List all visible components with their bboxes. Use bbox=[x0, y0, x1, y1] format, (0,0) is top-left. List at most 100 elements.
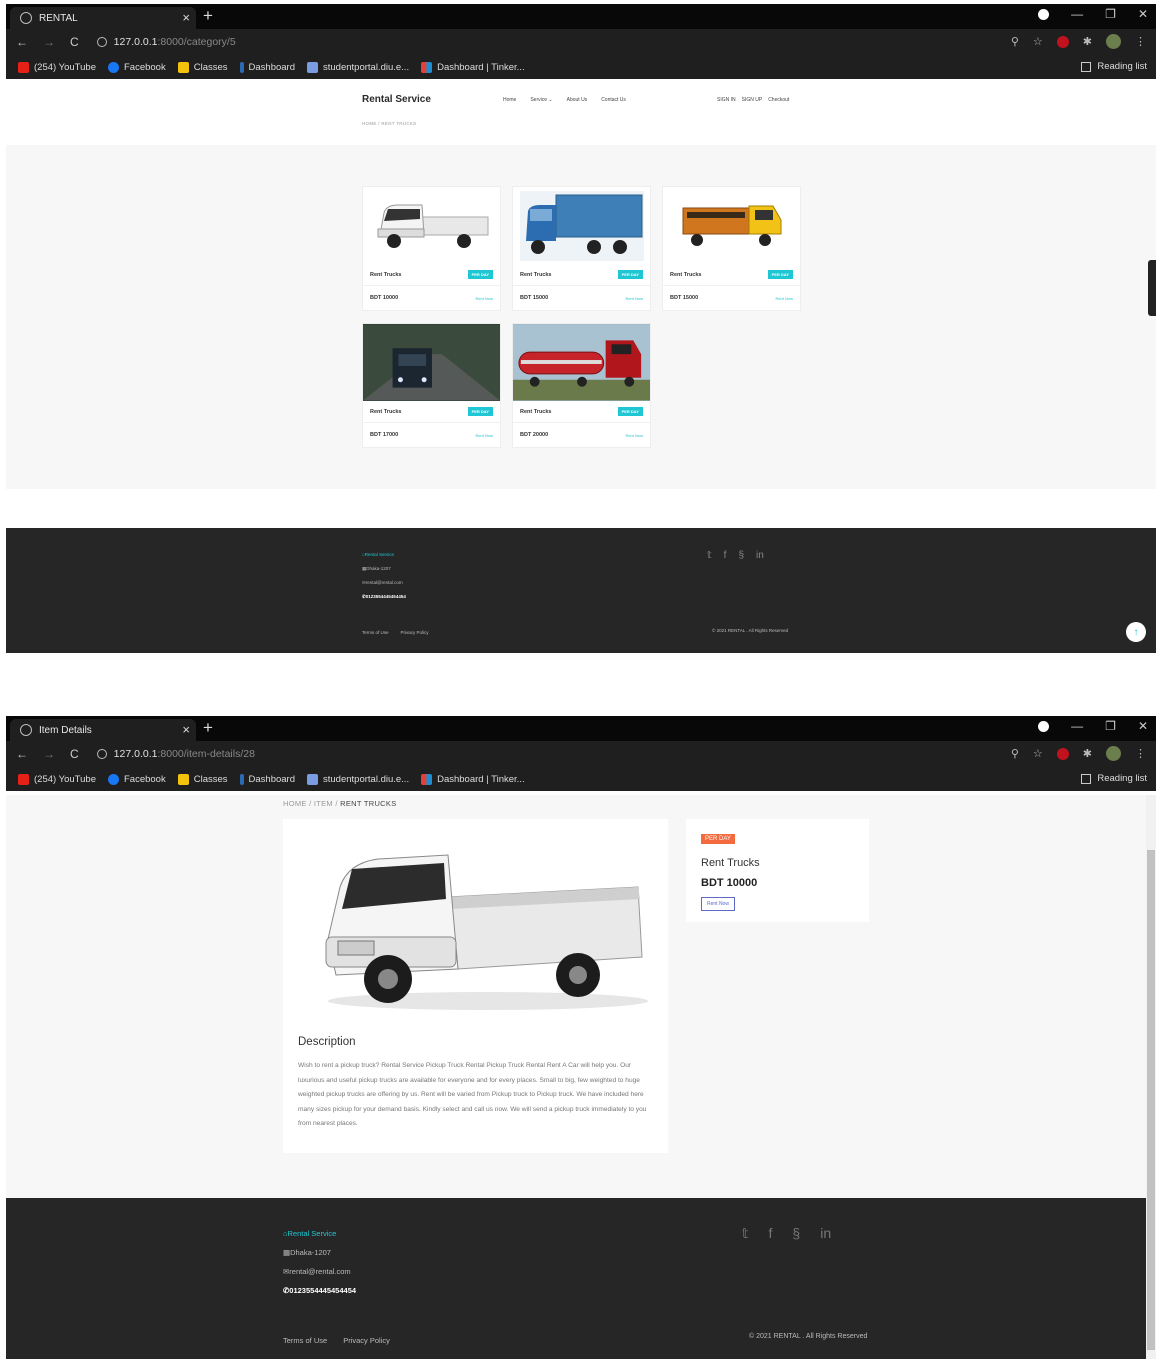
copyright: © 2021 RENTAL . All Rights Reserved bbox=[712, 628, 789, 633]
star-icon[interactable]: ☆ bbox=[1033, 747, 1043, 760]
bookmark-classes[interactable]: Classes bbox=[177, 773, 228, 785]
nav-service[interactable]: Service ⌄ bbox=[530, 97, 552, 103]
avatar[interactable] bbox=[1106, 34, 1121, 49]
zoom-icon[interactable]: ⚲ bbox=[1011, 747, 1019, 760]
puzzle-icon[interactable]: ✱ bbox=[1083, 747, 1092, 760]
pickup-truck-image[interactable] bbox=[363, 187, 500, 264]
breadcrumb-item[interactable]: ITEM bbox=[314, 799, 333, 808]
rent-now-link[interactable]: Rent Now bbox=[775, 296, 793, 301]
product-card[interactable]: Rent Trucks PER DAY BDT 10000 Rent Now bbox=[362, 186, 501, 311]
bookmark-classes[interactable]: Classes bbox=[177, 61, 228, 73]
star-icon[interactable]: ☆ bbox=[1033, 35, 1043, 48]
footer-phone[interactable]: 0123554445454454 bbox=[289, 1286, 356, 1295]
footer-email[interactable]: rental@rental.com bbox=[366, 580, 403, 585]
bookmark-dashboard[interactable]: Dashboard bbox=[239, 61, 295, 73]
reading-list[interactable]: Reading list bbox=[1081, 773, 1147, 784]
night-truck-image[interactable] bbox=[363, 324, 500, 401]
forward-icon[interactable]: → bbox=[43, 747, 55, 761]
zoom-icon[interactable]: ⚲ bbox=[1011, 35, 1019, 48]
extension-icon[interactable] bbox=[1056, 35, 1069, 48]
linkedin-icon[interactable]: in bbox=[756, 550, 764, 561]
footer-phone[interactable]: 0123554445454454 bbox=[366, 594, 406, 599]
container-truck-image[interactable] bbox=[513, 187, 650, 264]
close-window-icon[interactable]: ✕ bbox=[1138, 719, 1148, 733]
new-tab-icon[interactable]: + bbox=[203, 718, 213, 738]
product-card[interactable]: Rent Trucks PER DAY BDT 20000 Rent Now bbox=[512, 323, 651, 448]
address-bar[interactable]: 127.0.0.1:8000/category/5 bbox=[92, 31, 1038, 53]
menu-icon[interactable]: ⋮ bbox=[1135, 35, 1146, 48]
twitter-icon[interactable]: 𝕥 bbox=[742, 1225, 749, 1242]
bookmark-facebook[interactable]: Facebook bbox=[107, 61, 166, 73]
back-icon[interactable]: ← bbox=[16, 35, 28, 49]
download-icon[interactable] bbox=[1038, 8, 1050, 20]
menu-icon[interactable]: ⋮ bbox=[1135, 747, 1146, 760]
footer-brand[interactable]: Rental Service bbox=[288, 1229, 337, 1238]
download-icon[interactable] bbox=[1038, 720, 1050, 732]
rent-now-button[interactable]: Rent Now bbox=[701, 897, 735, 911]
minimize-icon[interactable]: — bbox=[1071, 719, 1083, 733]
avatar[interactable] bbox=[1106, 746, 1121, 761]
maximize-icon[interactable]: ❐ bbox=[1105, 719, 1116, 733]
close-window-icon[interactable]: ✕ bbox=[1138, 7, 1148, 21]
bookmark-youtube[interactable]: (254) YouTube bbox=[18, 61, 96, 73]
brand-logo[interactable]: Rental Service bbox=[362, 94, 431, 105]
checkout-link[interactable]: Checkout bbox=[768, 97, 789, 103]
bookmark-studentportal[interactable]: studentportal.diu.e... bbox=[307, 61, 409, 73]
maximize-icon[interactable]: ❐ bbox=[1105, 7, 1116, 21]
info-icon[interactable] bbox=[96, 37, 107, 47]
extension-icon[interactable] bbox=[1056, 747, 1069, 760]
nav-contact[interactable]: Contact Us bbox=[601, 97, 626, 103]
breadcrumb-home[interactable]: HOME bbox=[283, 799, 307, 808]
linkedin-icon[interactable]: in bbox=[820, 1225, 831, 1242]
bookmark-facebook[interactable]: Facebook bbox=[107, 773, 166, 785]
rent-now-link[interactable]: Rent Now bbox=[625, 433, 643, 438]
sign-up-link[interactable]: SIGN UP bbox=[742, 97, 763, 103]
address-bar[interactable]: 127.0.0.1:8000/item-details/28 bbox=[92, 743, 1038, 765]
page-scrollbar[interactable] bbox=[1146, 795, 1156, 1359]
rent-now-link[interactable]: Rent Now bbox=[625, 296, 643, 301]
cargo-truck-image[interactable] bbox=[663, 187, 800, 264]
terms-link[interactable]: Terms of Use bbox=[362, 630, 389, 635]
reload-icon[interactable]: C bbox=[70, 747, 79, 761]
info-icon[interactable] bbox=[96, 749, 107, 759]
bookmark-dashboard[interactable]: Dashboard bbox=[239, 773, 295, 785]
nav-about[interactable]: About Us bbox=[567, 97, 588, 103]
browser-tab[interactable]: RENTAL × bbox=[10, 7, 196, 29]
facebook-icon[interactable]: f bbox=[724, 550, 727, 561]
privacy-link[interactable]: Privacy Policy bbox=[343, 1336, 390, 1345]
browser-tab[interactable]: Item Details × bbox=[10, 719, 196, 741]
scroll-to-top-button[interactable]: ↑ bbox=[1126, 622, 1146, 642]
rent-now-link[interactable]: Rent Now bbox=[475, 296, 493, 301]
back-icon[interactable]: ← bbox=[16, 747, 28, 761]
facebook-icon[interactable]: f bbox=[769, 1225, 773, 1242]
puzzle-icon[interactable]: ✱ bbox=[1083, 35, 1092, 48]
bookmark-youtube[interactable]: (254) YouTube bbox=[18, 773, 96, 785]
close-tab-icon[interactable]: × bbox=[182, 722, 190, 737]
twitter-icon[interactable]: 𝕥 bbox=[707, 550, 712, 561]
forward-icon[interactable]: → bbox=[43, 35, 55, 49]
bookmark-tinkercad[interactable]: Dashboard | Tinker... bbox=[421, 773, 525, 785]
new-tab-icon[interactable]: + bbox=[203, 6, 213, 26]
reading-list[interactable]: Reading list bbox=[1081, 61, 1147, 72]
skype-icon[interactable]: § bbox=[738, 550, 744, 561]
close-tab-icon[interactable]: × bbox=[182, 10, 190, 25]
skype-icon[interactable]: § bbox=[792, 1225, 800, 1242]
footer-email[interactable]: rental@rental.com bbox=[289, 1267, 350, 1276]
reload-icon[interactable]: C bbox=[70, 35, 79, 49]
terms-link[interactable]: Terms of Use bbox=[283, 1336, 327, 1345]
tanker-truck-image[interactable] bbox=[513, 324, 650, 401]
screenrec-tab[interactable] bbox=[1148, 260, 1156, 316]
scrollbar-thumb[interactable] bbox=[1147, 850, 1155, 1350]
product-card[interactable]: Rent Trucks PER DAY BDT 15000 Rent Now bbox=[512, 186, 651, 311]
minimize-icon[interactable]: — bbox=[1071, 7, 1083, 21]
bookmark-tinkercad[interactable]: Dashboard | Tinker... bbox=[421, 61, 525, 73]
footer-brand[interactable]: Rental Service bbox=[365, 552, 394, 557]
nav-home[interactable]: Home bbox=[503, 97, 516, 103]
privacy-link[interactable]: Privacy Policy bbox=[401, 630, 429, 635]
sign-in-link[interactable]: SIGN IN bbox=[717, 97, 736, 103]
product-card[interactable]: Rent Trucks PER DAY BDT 17000 Rent Now bbox=[362, 323, 501, 448]
card-title: Rent Trucks bbox=[370, 409, 402, 415]
product-card[interactable]: Rent Trucks PER DAY BDT 15000 Rent Now bbox=[662, 186, 801, 311]
rent-now-link[interactable]: Rent Now bbox=[475, 433, 493, 438]
bookmark-studentportal[interactable]: studentportal.diu.e... bbox=[307, 773, 409, 785]
